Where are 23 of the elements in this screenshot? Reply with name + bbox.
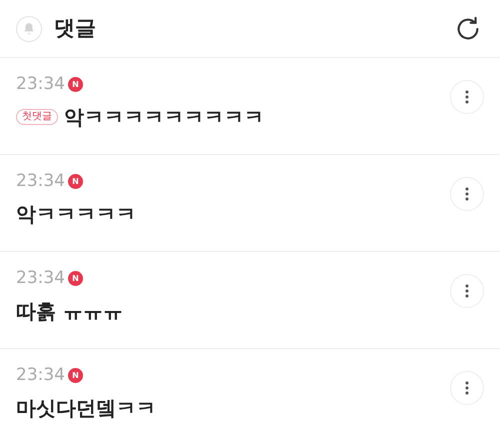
header-title: 댓글 <box>54 14 97 42</box>
more-icon <box>465 284 469 298</box>
first-comment-tag: 첫댓글 <box>16 108 58 126</box>
comment-time: 23:34 <box>16 173 65 190</box>
more-options-button[interactable] <box>450 371 484 405</box>
comment-text: 악ㅋㅋㅋㅋㅋ <box>16 204 136 224</box>
comment-text: 마싯다던뎈ㅋㅋ <box>16 398 156 418</box>
more-icon <box>465 381 469 395</box>
new-badge: N <box>68 174 83 189</box>
comment-time: 23:34 <box>16 76 65 93</box>
comment-time: 23:34 <box>16 367 65 384</box>
new-badge: N <box>68 77 83 92</box>
more-icon <box>465 90 469 104</box>
more-options-button[interactable] <box>450 177 484 211</box>
comment-text: 악ㅋㅋㅋㅋㅋㅋㅋㅋㅋ <box>64 107 264 127</box>
new-badge: N <box>68 368 83 383</box>
more-options-button[interactable] <box>450 274 484 308</box>
comment-time: 23:34 <box>16 270 65 287</box>
comment-text: 따흙 ㅠㅠㅠ <box>16 301 123 321</box>
more-icon <box>465 187 469 201</box>
bell-icon <box>16 16 42 42</box>
new-badge: N <box>68 271 83 286</box>
more-options-button[interactable] <box>450 80 484 114</box>
